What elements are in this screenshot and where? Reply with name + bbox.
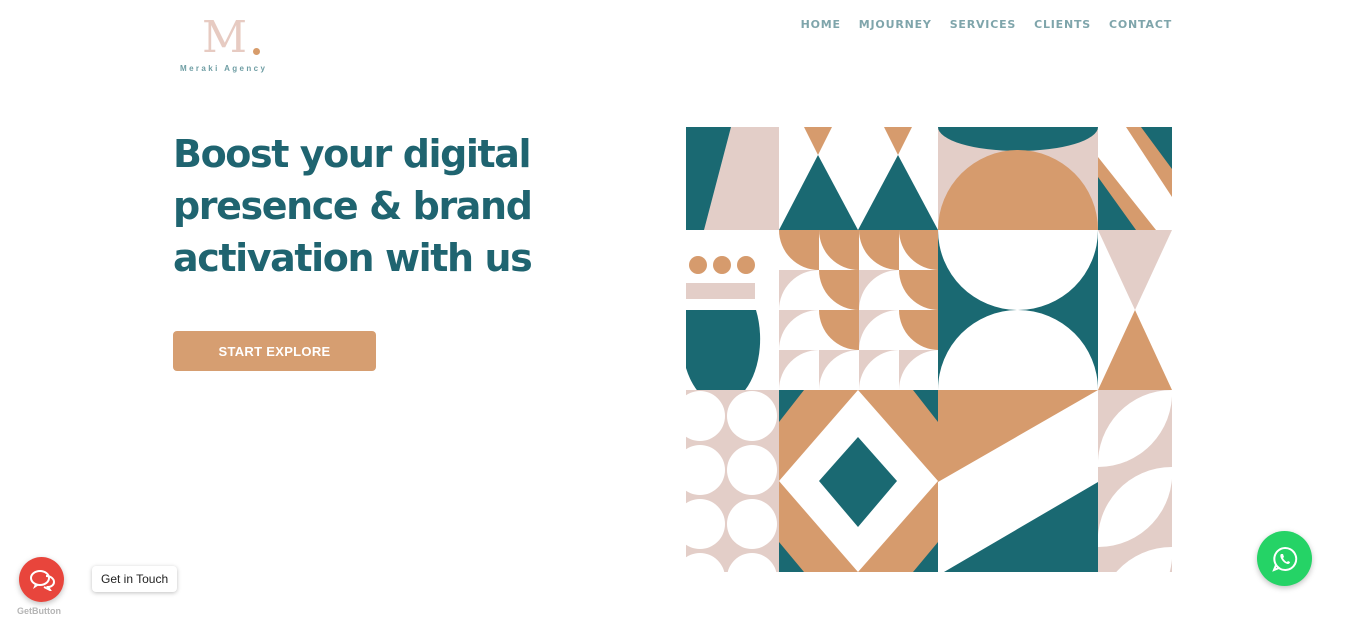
chat-tooltip[interactable]: Get in Touch	[92, 566, 178, 592]
nav-mjourney[interactable]: MJOURNEY	[859, 18, 932, 31]
chat-bubbles-icon	[29, 569, 55, 591]
art-tile	[686, 230, 779, 390]
art-tile	[938, 390, 1098, 572]
art-tile	[1098, 230, 1172, 390]
hero-title-line: activation with us	[173, 236, 533, 280]
hero-title-line: Boost your digital	[173, 132, 532, 176]
art-tile	[779, 390, 938, 572]
page: M Meraki Agency HOME MJOURNEY SERVICES C…	[0, 0, 1345, 621]
getbutton-brand[interactable]: GetButton	[17, 606, 61, 616]
whatsapp-icon	[1271, 546, 1297, 572]
art-tile	[1098, 127, 1172, 230]
art-tile	[779, 230, 938, 390]
logo-dot	[253, 48, 260, 55]
art-tile	[686, 127, 779, 230]
nav-contact[interactable]: CONTACT	[1109, 18, 1172, 31]
nav-services[interactable]: SERVICES	[950, 18, 1016, 31]
hero-title: Boost your digital presence & brand acti…	[173, 128, 573, 284]
art-tile	[686, 390, 779, 572]
whatsapp-button[interactable]	[1257, 531, 1312, 586]
logo-wordmark: Meraki Agency	[180, 64, 268, 73]
art-tile	[938, 230, 1098, 390]
nav-clients[interactable]: CLIENTS	[1034, 18, 1091, 31]
hero-title-line: presence & brand	[173, 184, 533, 228]
hero-geometric-artwork	[686, 127, 1172, 572]
art-tile	[1098, 390, 1172, 572]
chat-widget-button[interactable]	[19, 557, 64, 602]
brand-logo[interactable]: M Meraki Agency	[180, 16, 288, 78]
art-tile	[779, 127, 938, 230]
start-explore-button[interactable]: START EXPLORE	[173, 331, 376, 371]
art-tile	[938, 127, 1098, 230]
nav-home[interactable]: HOME	[801, 18, 841, 31]
logo-mark: M	[202, 12, 247, 63]
main-nav: HOME MJOURNEY SERVICES CLIENTS CONTACT	[801, 18, 1172, 31]
